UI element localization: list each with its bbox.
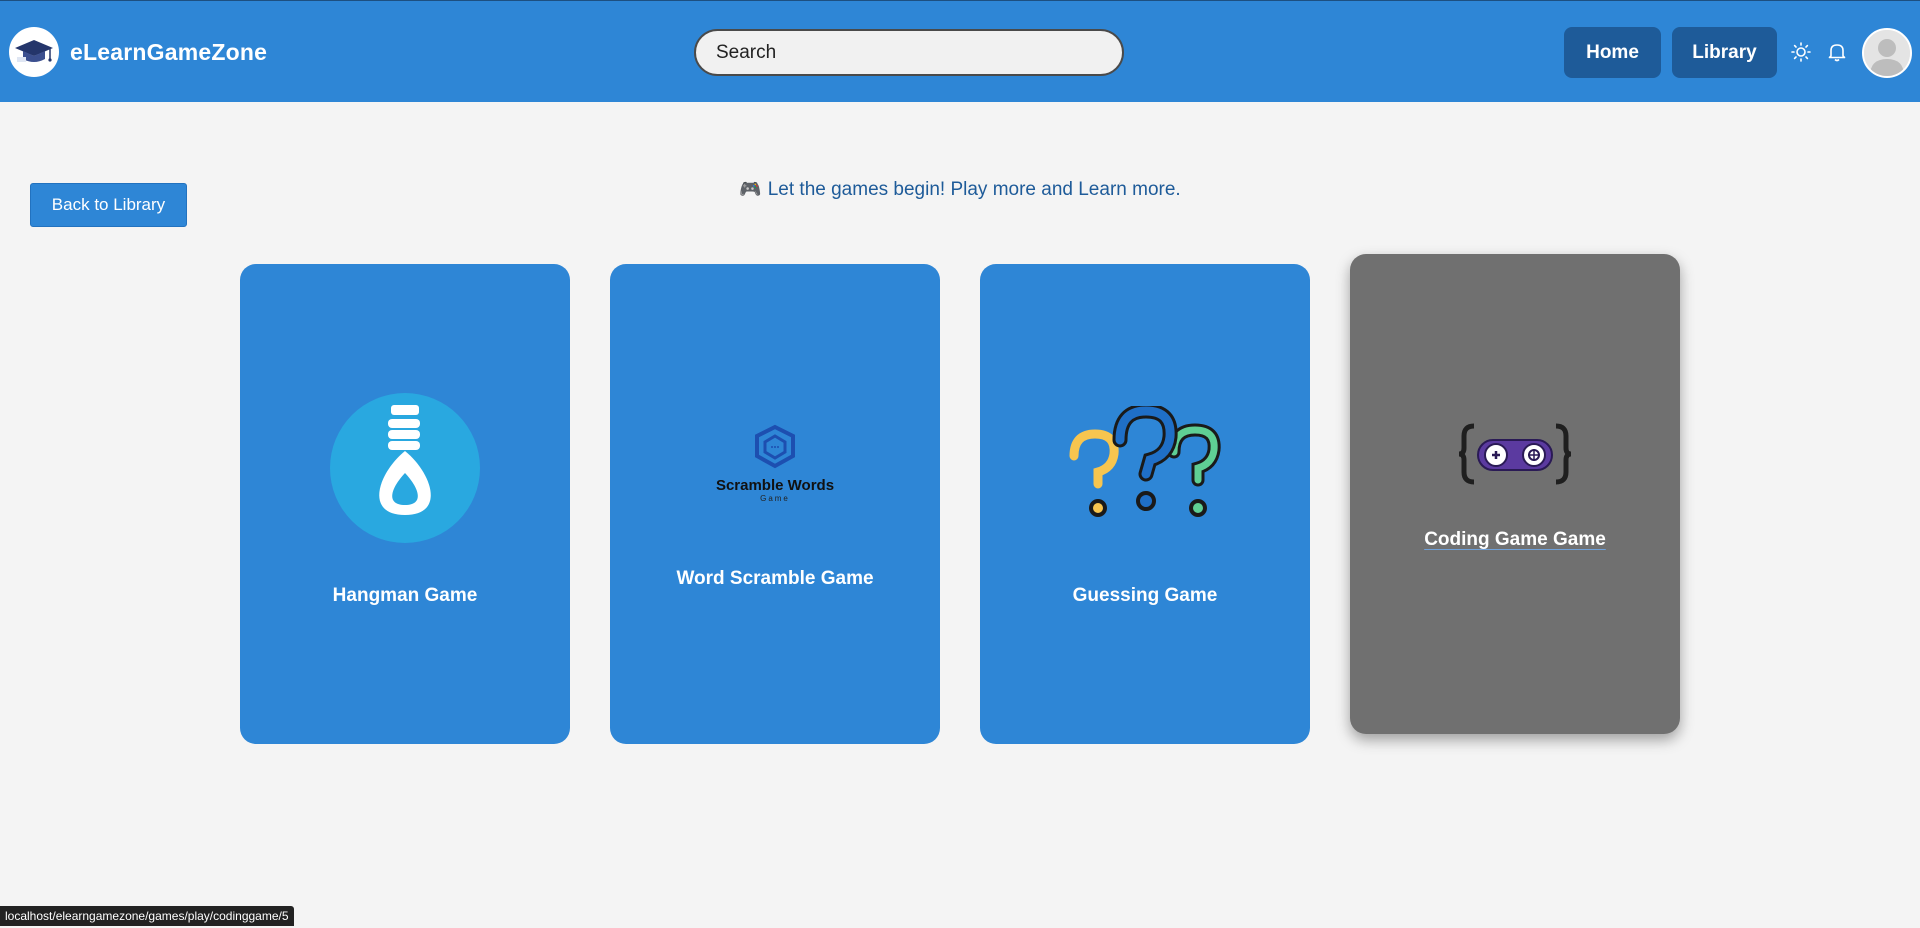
game-title: Word Scramble Game [676, 568, 874, 589]
theme-toggle-sun-icon[interactable] [1790, 41, 1812, 63]
game-card-hangman[interactable]: Hangman Game [240, 264, 570, 744]
game-card-word-scramble[interactable]: Scramble Words Game Word Scramble Game [610, 264, 940, 744]
game-card-coding[interactable]: Coding Game Game [1350, 254, 1680, 734]
notification-bell-icon[interactable] [1826, 41, 1848, 63]
home-button[interactable]: Home [1564, 27, 1661, 78]
graduation-cap-logo-icon [9, 27, 59, 77]
scramble-words-logo: Scramble Words Game [705, 424, 845, 514]
top-navbar: eLearnGameZone Home Library [0, 0, 1920, 102]
brand[interactable]: eLearnGameZone [9, 27, 267, 77]
game-title: Coding Game Game [1424, 529, 1606, 550]
tagline-text: Let the games begin! Play more and Learn… [767, 179, 1181, 200]
brand-name: eLearnGameZone [70, 38, 268, 65]
tagline: 🎮 Let the games begin! Play more and Lear… [0, 179, 1920, 201]
scramble-logo-sub: Game [760, 494, 790, 503]
status-bar-url: localhost/elearngamezone/games/play/codi… [0, 906, 294, 926]
noose-icon [330, 393, 480, 548]
question-marks-icon [1068, 403, 1222, 525]
gamepad-icon: 🎮 [739, 179, 762, 199]
gamepad-braces-icon [1456, 422, 1574, 491]
user-avatar[interactable] [1862, 28, 1912, 78]
game-title: Hangman Game [332, 585, 478, 606]
game-title: Guessing Game [1072, 585, 1218, 606]
search-input[interactable] [694, 29, 1124, 76]
library-button[interactable]: Library [1672, 27, 1777, 78]
game-card-guessing[interactable]: Guessing Game [980, 264, 1310, 744]
scramble-logo-title: Scramble Words [715, 477, 835, 494]
